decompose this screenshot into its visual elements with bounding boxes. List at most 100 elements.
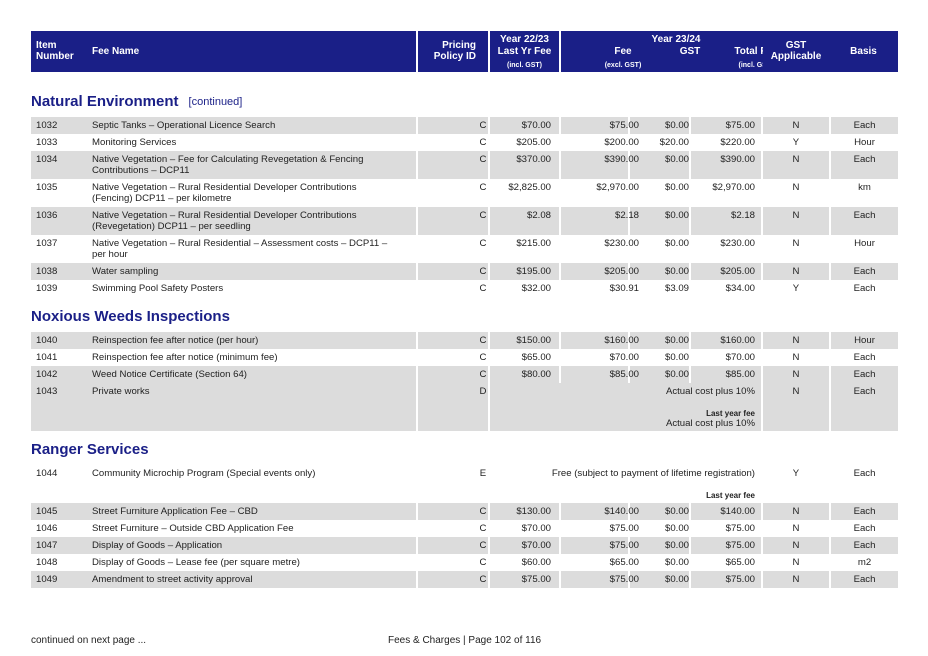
table-row: 1039 Swimming Pool Safety Posters C $32.00 $… bbox=[31, 280, 898, 297]
last-year-fee: $32.00 bbox=[521, 283, 551, 294]
fee-excl-gst: $75.00 bbox=[609, 574, 639, 585]
last-year-fee: $130.00 bbox=[516, 506, 551, 517]
section-title-text: Noxious Weeds Inspections bbox=[31, 308, 230, 325]
last-year-fee: $370.00 bbox=[516, 154, 551, 165]
header-item-number-line2: Number bbox=[36, 51, 74, 62]
gst-applicable: N bbox=[792, 540, 800, 551]
item-number: 1040 bbox=[36, 335, 58, 346]
gst-amount: $0.00 bbox=[664, 120, 689, 131]
total-fee-incl-gst: $75.00 bbox=[725, 523, 755, 534]
section-title-text: Ranger Services bbox=[31, 441, 149, 458]
last-year-fee-text: Actual cost plus 10% bbox=[665, 418, 755, 429]
gst-amount: $0.00 bbox=[664, 506, 689, 517]
header-item-number: Item Number bbox=[36, 40, 74, 62]
header-year-prev-label: Year 22/23 bbox=[500, 34, 549, 45]
table-row: 1046 Street Furniture – Outside CBD Appli… bbox=[31, 520, 898, 537]
total-fee-incl-gst: $2.18 bbox=[730, 210, 755, 221]
fee-name: Amendment to street activity approval bbox=[92, 574, 253, 585]
last-year-fee: $70.00 bbox=[521, 523, 551, 534]
fee-name: Swimming Pool Safety Posters bbox=[92, 283, 224, 294]
last-year-fee: $205.00 bbox=[516, 137, 551, 148]
item-number: 1049 bbox=[36, 574, 58, 585]
gst-applicable: N bbox=[792, 523, 800, 534]
gst-applicable: N bbox=[792, 210, 800, 221]
item-number: 1033 bbox=[36, 137, 58, 148]
last-year-fee: $70.00 bbox=[521, 540, 551, 551]
natural-environment-rows: 1032 Septic Tanks – Operational Licence S… bbox=[31, 117, 898, 297]
last-year-fee: $195.00 bbox=[516, 266, 551, 277]
gst-applicable: N bbox=[792, 386, 800, 397]
header-gst-applicable-line2: Applicable bbox=[770, 51, 822, 62]
total-fee-incl-gst: $75.00 bbox=[725, 540, 755, 551]
table-row: 1032 Septic Tanks – Operational Licence S… bbox=[31, 117, 898, 134]
gst-applicable: N bbox=[792, 335, 800, 346]
gst-applicable: N bbox=[792, 557, 800, 568]
gst-applicable: N bbox=[792, 154, 800, 165]
continued-label: [continued] bbox=[188, 96, 243, 108]
gst-applicable: N bbox=[792, 120, 800, 131]
table-row: 1049 Amendment to street activity approva… bbox=[31, 571, 898, 588]
header-fee-name: Fee Name bbox=[92, 46, 140, 57]
fee-excl-gst: $75.00 bbox=[609, 523, 639, 534]
fee-excl-gst: $205.00 bbox=[604, 266, 639, 277]
basis: m2 bbox=[857, 557, 872, 568]
gst-amount: $0.00 bbox=[664, 523, 689, 534]
total-fee-incl-gst: $2,970.00 bbox=[712, 182, 755, 193]
header-pricing-policy: Pricing Policy ID bbox=[418, 31, 488, 72]
last-year-fee: $150.00 bbox=[516, 335, 551, 346]
header-gst-applicable-line1: GST bbox=[785, 40, 807, 51]
total-fee-incl-gst: $75.00 bbox=[725, 574, 755, 585]
fee-excl-gst: $2,970.00 bbox=[596, 182, 639, 193]
header-fee: Fee bbox=[614, 46, 632, 57]
basis: km bbox=[858, 182, 871, 193]
footer-continued: continued on next page ... bbox=[31, 635, 147, 646]
item-number: 1036 bbox=[36, 210, 58, 221]
item-number: 1041 bbox=[36, 352, 58, 363]
item-number: 1037 bbox=[36, 238, 58, 249]
fee-name: Display of Goods – Lease fee (per square… bbox=[92, 557, 300, 568]
gst-amount: $0.00 bbox=[664, 210, 689, 221]
gst-applicable: N bbox=[792, 506, 800, 517]
table-row: 1033 Monitoring Services C $205.00 $200.00 $2… bbox=[31, 134, 898, 151]
gst-amount: $0.00 bbox=[664, 238, 689, 249]
fee-text: Actual cost plus 10% bbox=[665, 386, 755, 397]
gst-applicable: N bbox=[792, 182, 800, 193]
table-header: Item Number Fee Name Pricing Policy ID Y… bbox=[31, 31, 898, 72]
basis: Each bbox=[853, 468, 876, 479]
last-year-fee: $70.00 bbox=[521, 120, 551, 131]
fee-excl-gst: $30.91 bbox=[609, 283, 639, 294]
fee-name: Native Vegetation – Fee for Calculating … bbox=[92, 154, 364, 176]
table-row: 1040 Reinspection fee after notice (per h… bbox=[31, 332, 898, 349]
header-last-yr-incl-gst: (incl. GST) bbox=[507, 62, 542, 69]
header-fee-excl-gst: (excl. GST) bbox=[604, 62, 642, 69]
basis: Each bbox=[853, 574, 876, 585]
fee-excl-gst: $2.18 bbox=[614, 210, 639, 221]
fee-excl-gst: $390.00 bbox=[604, 154, 639, 165]
table-row: 1034 Native Vegetation – Fee for Calculat… bbox=[31, 151, 898, 179]
fee-excl-gst: $140.00 bbox=[604, 506, 639, 517]
item-number: 1035 bbox=[36, 182, 58, 193]
fee-name: Display of Goods – Application bbox=[92, 540, 223, 551]
gst-amount: $0.00 bbox=[664, 352, 689, 363]
fee-name: Reinspection fee after notice (per hour) bbox=[92, 335, 259, 346]
fee-excl-gst: $200.00 bbox=[604, 137, 639, 148]
header-gst-basis: GST Applicable Basis bbox=[763, 31, 898, 72]
item-number: 1046 bbox=[36, 523, 58, 534]
header-year-curr: Year 23/24 Fee (excl. GST) GST Total Fee… bbox=[561, 31, 791, 72]
last-year-fee: $75.00 bbox=[521, 574, 551, 585]
last-year-fee: $80.00 bbox=[521, 369, 551, 380]
basis: Each bbox=[853, 369, 876, 380]
total-fee-incl-gst: $140.00 bbox=[720, 506, 755, 517]
total-fee-incl-gst: $70.00 bbox=[725, 352, 755, 363]
fee-name: Weed Notice Certificate (Section 64) bbox=[92, 369, 247, 380]
fee-excl-gst: $160.00 bbox=[604, 335, 639, 346]
item-number: 1045 bbox=[36, 506, 58, 517]
item-number: 1047 bbox=[36, 540, 58, 551]
table-row: 1041 Reinspection fee after notice (minim… bbox=[31, 349, 898, 366]
item-number: 1042 bbox=[36, 369, 58, 380]
fee-excl-gst: $75.00 bbox=[609, 120, 639, 131]
gst-amount: $0.00 bbox=[664, 574, 689, 585]
item-number: 1048 bbox=[36, 557, 58, 568]
gst-applicable: Y bbox=[792, 468, 800, 479]
total-fee-incl-gst: $390.00 bbox=[720, 154, 755, 165]
